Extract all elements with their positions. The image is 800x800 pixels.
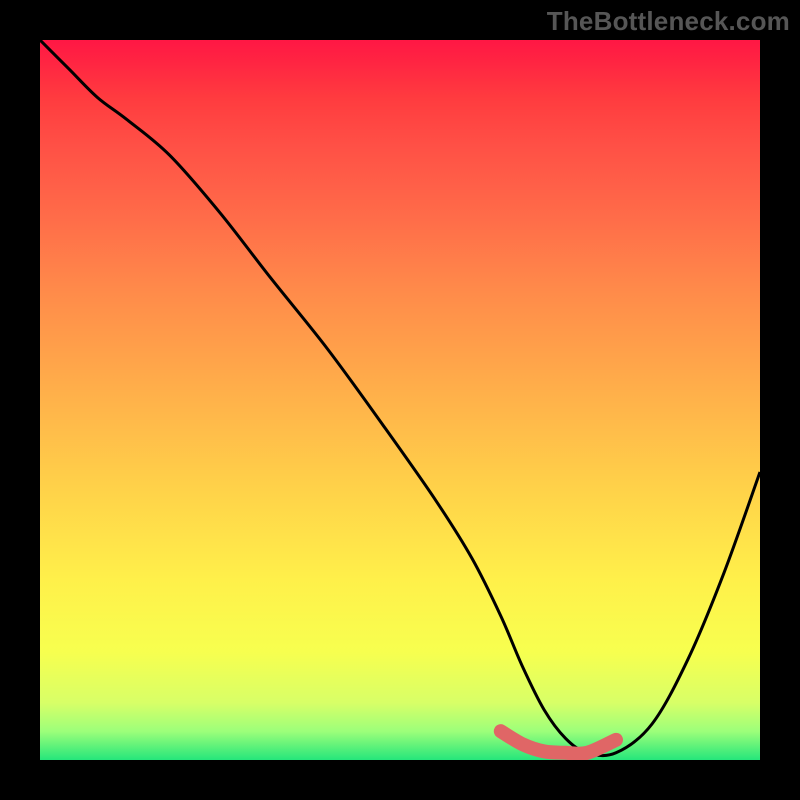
optimal-region-highlight [501, 731, 616, 754]
bottleneck-curve [40, 40, 760, 756]
chart-svg [40, 40, 760, 760]
watermark-text: TheBottleneck.com [547, 6, 790, 37]
chart-frame: TheBottleneck.com [0, 0, 800, 800]
